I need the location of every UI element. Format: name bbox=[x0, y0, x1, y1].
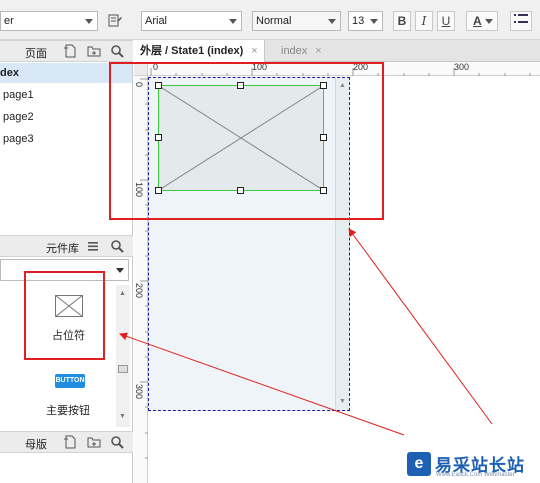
chevron-down-icon bbox=[85, 19, 93, 24]
ruler-v-label: 300 bbox=[134, 384, 144, 400]
add-folder-icon[interactable] bbox=[87, 44, 101, 58]
font-family-value: Arial bbox=[145, 15, 168, 27]
masters-panel-title: 母版 bbox=[25, 439, 47, 451]
add-folder-icon[interactable] bbox=[87, 435, 101, 449]
tab-state1-index[interactable]: 外层 / State1 (index) × bbox=[134, 40, 265, 62]
close-icon[interactable]: × bbox=[315, 45, 321, 57]
widgets-scrollbar[interactable]: ▲ ▼ bbox=[116, 285, 130, 427]
bold-button[interactable]: B bbox=[393, 11, 411, 31]
scroll-up-icon[interactable]: ▲ bbox=[119, 290, 126, 297]
chevron-down-icon bbox=[229, 19, 237, 24]
menu-icon[interactable] bbox=[86, 239, 100, 253]
search-icon[interactable] bbox=[110, 44, 124, 58]
font-style-dropdown[interactable]: er bbox=[0, 11, 98, 31]
tab-index[interactable]: index × bbox=[275, 40, 328, 62]
underline-button[interactable]: U bbox=[437, 11, 455, 31]
watermark-logo-icon: e bbox=[407, 452, 431, 476]
search-icon[interactable] bbox=[110, 435, 124, 449]
chevron-down-icon bbox=[370, 19, 378, 24]
search-icon[interactable] bbox=[110, 239, 124, 253]
masters-panel-header: 母版 bbox=[0, 431, 133, 453]
format-painter-icon[interactable] bbox=[107, 13, 123, 29]
pages-panel-title: 页面 bbox=[25, 48, 47, 60]
scroll-thumb[interactable] bbox=[118, 365, 128, 373]
font-color-button[interactable]: A bbox=[466, 11, 498, 31]
chevron-down-icon bbox=[485, 19, 493, 24]
scroll-down-icon[interactable]: ▼ bbox=[339, 398, 346, 405]
add-page-icon[interactable] bbox=[63, 44, 77, 58]
page-item-label: page1 bbox=[3, 89, 34, 101]
masters-panel: 母版 bbox=[0, 431, 133, 483]
button-icon: BUTTON bbox=[55, 374, 85, 388]
annotation-box-widget bbox=[24, 271, 105, 360]
widgets-panel-header: 元件库 bbox=[0, 235, 133, 257]
font-weight-value: Normal bbox=[256, 15, 292, 27]
watermark-sub: Www.Easck.Com Webmaster bbox=[436, 472, 515, 478]
page-item-label: dex bbox=[0, 67, 19, 79]
add-master-icon[interactable] bbox=[63, 435, 77, 449]
watermark: e 易采站长站 Www.Easck.Com Webmaster bbox=[405, 448, 540, 483]
font-style-value: er bbox=[4, 15, 14, 27]
primary-button-label: 主要按钮 bbox=[46, 405, 90, 417]
pages-panel-header: 页面 bbox=[0, 40, 133, 62]
close-icon[interactable]: × bbox=[251, 45, 257, 57]
chevron-down-icon bbox=[328, 19, 336, 24]
ruler-v-label: 200 bbox=[134, 283, 144, 299]
font-size-dropdown[interactable]: 13 bbox=[348, 11, 383, 31]
font-size-value: 13 bbox=[352, 15, 365, 27]
toolbar: er Arial Normal 13 B I U A bbox=[0, 0, 540, 40]
widgets-panel-title: 元件库 bbox=[46, 243, 79, 255]
font-weight-dropdown[interactable]: Normal bbox=[252, 11, 341, 31]
ruler-h-label: 300 bbox=[454, 62, 470, 72]
bullet-list-button[interactable] bbox=[510, 11, 532, 31]
tab-label: 外层 / State1 (index) bbox=[140, 45, 244, 57]
font-color-label: A bbox=[473, 14, 482, 28]
annotation-box-canvas bbox=[109, 62, 384, 220]
tab-label: index bbox=[281, 45, 308, 57]
list-icon bbox=[514, 14, 528, 23]
italic-button[interactable]: I bbox=[415, 11, 433, 31]
editor-tabs: 外层 / State1 (index) × index × bbox=[134, 40, 540, 62]
font-family-dropdown[interactable]: Arial bbox=[141, 11, 242, 31]
primary-button-widget[interactable]: BUTTON 主要按钮 bbox=[32, 374, 112, 417]
page-item-label: page2 bbox=[3, 111, 34, 123]
page-item-label: page3 bbox=[3, 133, 34, 145]
chevron-down-icon bbox=[116, 268, 124, 273]
scroll-down-icon[interactable]: ▼ bbox=[119, 413, 126, 420]
